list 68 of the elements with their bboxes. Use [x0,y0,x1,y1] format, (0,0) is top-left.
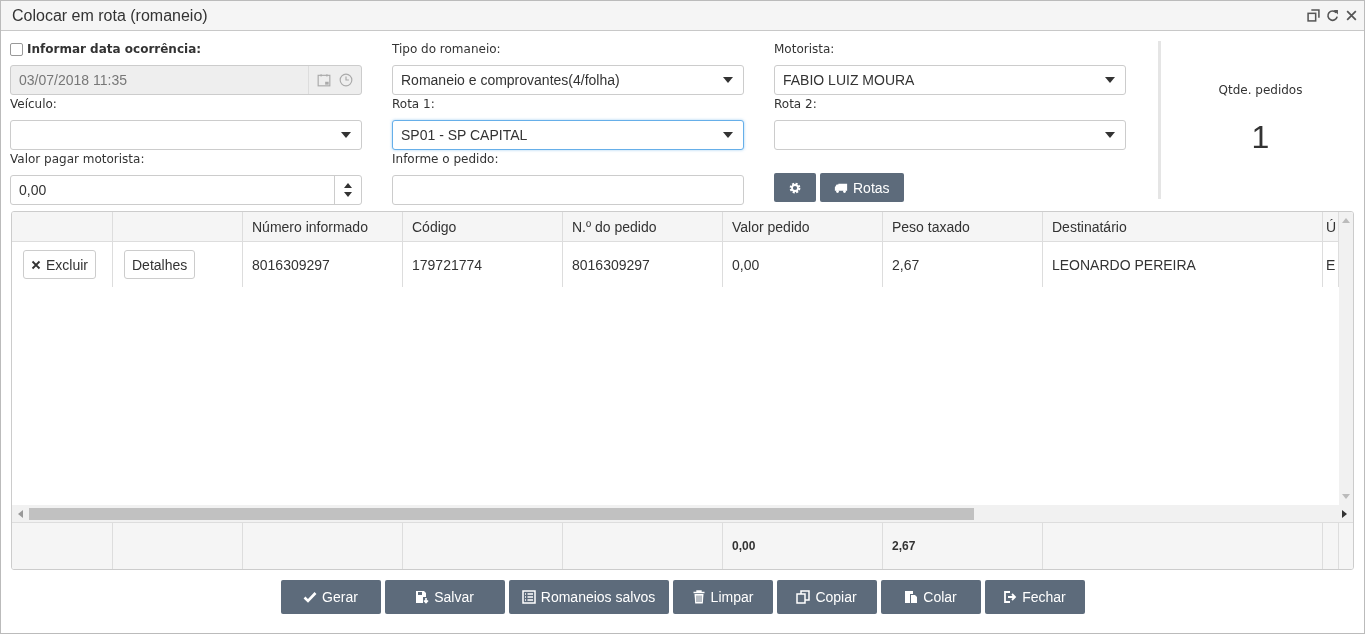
window-title: Colocar em rota (romaneio) [12,6,208,25]
field-label: Valor pagar motorista: [10,151,146,167]
action-button[interactable]: Colar [880,580,981,614]
action-button[interactable]: Fechar [984,580,1085,614]
action-button[interactable]: Copiar [776,580,877,614]
table-cell: LEONARDO PEREIRA [1043,242,1323,287]
routes-button[interactable]: Rotas [820,173,904,202]
settings-icon [788,180,802,195]
field-label: Informe o pedido: [392,151,500,167]
column-header: Valor pedido [723,212,883,241]
calendar-icon [317,73,331,87]
scroll-up-icon[interactable] [1342,218,1350,223]
vertical-scrollbar[interactable] [1339,212,1353,506]
caret-icon [723,132,733,138]
column-header: Peso taxado [883,212,1043,241]
column-header: Destinatário [1043,212,1323,241]
settings-button[interactable] [774,173,816,202]
caret-icon [341,132,351,138]
action-button[interactable]: Limpar [672,580,773,614]
exit-icon [1003,590,1018,604]
horizontal-scrollbar[interactable] [12,505,1353,523]
select-field[interactable]: SP01 - SP CAPITAL [392,120,744,150]
table-cell: 8016309297 [563,242,723,287]
select-field[interactable] [774,120,1126,150]
column-header: N.º do pedido [563,212,723,241]
details-button[interactable]: Detalhes [124,250,196,279]
caret-icon [1105,77,1115,83]
field-label: Veículo: [10,96,58,112]
select-field[interactable]: FABIO LUIZ MOURA [774,65,1126,95]
table-cell: 2,67 [883,242,1043,287]
field-label: Tipo do romaneio: [392,41,502,57]
field-label: Rota 1: [392,96,436,112]
select-field[interactable] [10,120,362,150]
caret-icon [723,77,733,83]
scroll-left-icon[interactable] [18,509,23,518]
delete-button[interactable]: Excluir [23,250,96,279]
copy-icon [796,590,811,604]
table-cell: 0,00 [723,242,883,287]
close-icon [31,259,41,270]
close-icon[interactable] [1345,9,1358,22]
field-label: Informar data ocorrência: [27,41,202,57]
paste-icon [904,590,919,604]
select-field[interactable]: Romaneio e comprovantes(4/folha) [392,65,744,95]
action-button[interactable]: Gerar [280,580,381,614]
action-button[interactable]: Romaneios salvos [508,580,669,614]
floppy-arrow-icon [415,590,430,604]
field-label: Motorista: [774,41,836,57]
restore-icon[interactable] [1307,9,1320,22]
column-header: Número informado [243,212,403,241]
number-field[interactable]: 0,00 [10,175,362,205]
action-button[interactable]: Salvar [384,580,505,614]
column-header: Código [403,212,563,241]
check-icon [303,590,318,604]
field-label: Rota 2: [774,96,818,112]
caret-icon [1105,132,1115,138]
list-icon [521,590,536,604]
order-input-field[interactable] [392,175,744,205]
order-count: 1 [1251,119,1270,156]
summary-label: Qtde. pedidos [1218,83,1303,97]
scroll-right-icon[interactable] [1342,509,1347,518]
table-cell: 179721774 [403,242,563,287]
scroll-down-icon[interactable] [1342,494,1350,500]
clock-icon [339,73,353,87]
table-cell: 8016309297 [243,242,403,287]
column-total: 2,67 [892,539,916,554]
refresh-icon[interactable] [1326,9,1339,22]
trash-icon [691,590,706,604]
column-total: 0,00 [732,539,756,554]
